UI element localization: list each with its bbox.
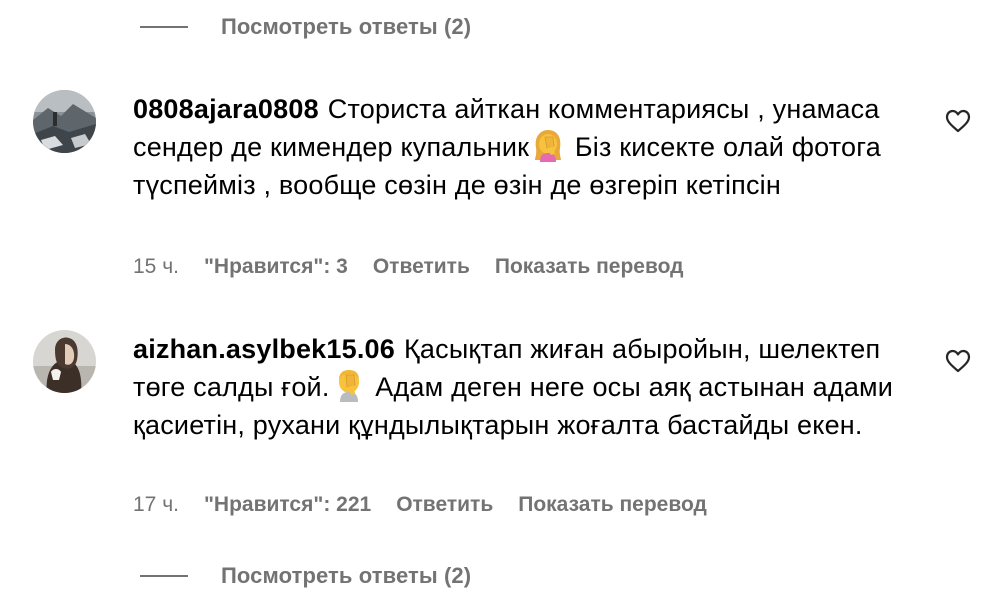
like-heart-icon[interactable]	[945, 109, 971, 133]
like-heart-icon[interactable]	[945, 349, 971, 373]
comment-time: 17 ч.	[133, 493, 179, 516]
comment-username[interactable]: 0808ajara0808	[133, 94, 319, 124]
comment-username[interactable]: aizhan.asylbek15.06	[133, 334, 395, 364]
comment-meta: 17 ч. "Нравится": 221 Ответить Показать …	[133, 493, 732, 517]
replies-divider-line	[140, 26, 188, 28]
likes-count-button[interactable]: "Нравится": 3	[204, 255, 348, 279]
show-translation-button[interactable]: Показать перевод	[518, 493, 707, 517]
view-replies-label: Посмотреть ответы (2)	[221, 14, 472, 39]
show-translation-button[interactable]: Показать перевод	[495, 255, 684, 279]
reply-button[interactable]: Ответить	[373, 255, 470, 279]
view-replies-label: Посмотреть ответы (2)	[221, 563, 472, 588]
comment-meta: 15 ч. "Нравится": 3 Ответить Показать пе…	[133, 255, 709, 279]
avatar[interactable]	[33, 330, 96, 393]
comment-time: 15 ч.	[133, 255, 179, 278]
avatar[interactable]	[33, 90, 96, 153]
comment-text: aizhan.asylbek15.06 Қасықтап жиған абырой…	[133, 330, 923, 444]
reply-button[interactable]: Ответить	[396, 493, 493, 517]
comment-text: 0808ajara0808 Сториста айткан комментария…	[133, 90, 923, 204]
likes-count-button[interactable]: "Нравится": 221	[204, 493, 371, 517]
view-replies-button[interactable]: Посмотреть ответы (2)	[140, 14, 471, 40]
view-replies-button[interactable]: Посмотреть ответы (2)	[140, 563, 471, 589]
person-facepalming-icon	[332, 368, 366, 402]
woman-facepalming-icon	[531, 128, 565, 162]
replies-divider-line	[140, 575, 188, 577]
